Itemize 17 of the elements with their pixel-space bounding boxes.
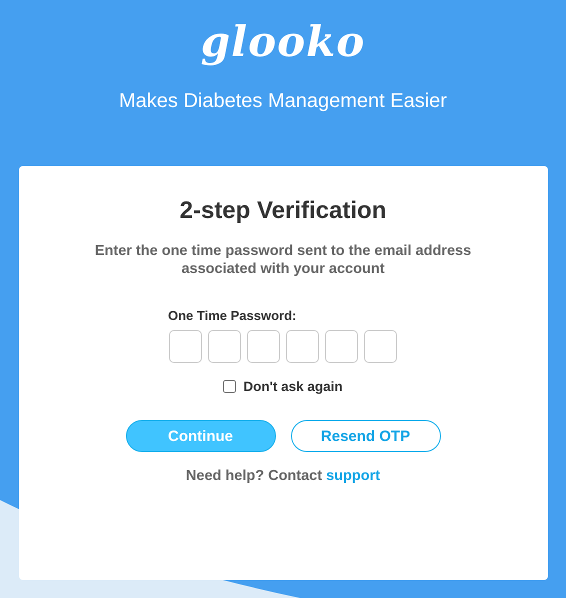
otp-digit-field[interactable] — [169, 330, 202, 363]
resend-button[interactable]: Resend OTP — [290, 420, 440, 452]
tagline: Makes Diabetes Management Easier — [119, 89, 447, 114]
otp-digit-field[interactable] — [286, 330, 319, 363]
otp-digit-field[interactable] — [325, 330, 358, 363]
help-text: Need help? Contact support — [186, 468, 380, 484]
otp-digit-field[interactable] — [247, 330, 280, 363]
otp-digit-field[interactable] — [208, 330, 241, 363]
support-link[interactable]: support — [326, 468, 380, 484]
instructions: Enter the one time password sent to the email address associated with your account — [94, 242, 472, 278]
remember-label: Don't ask again — [243, 379, 343, 394]
remember-checkbox[interactable] — [223, 380, 236, 393]
logo: glooko — [200, 16, 366, 68]
otp-label: One Time Password: — [168, 308, 298, 324]
card-title: 2-step Verification — [180, 196, 386, 226]
otp-digit-field[interactable] — [364, 330, 397, 363]
continue-button[interactable]: Continue — [126, 420, 276, 452]
